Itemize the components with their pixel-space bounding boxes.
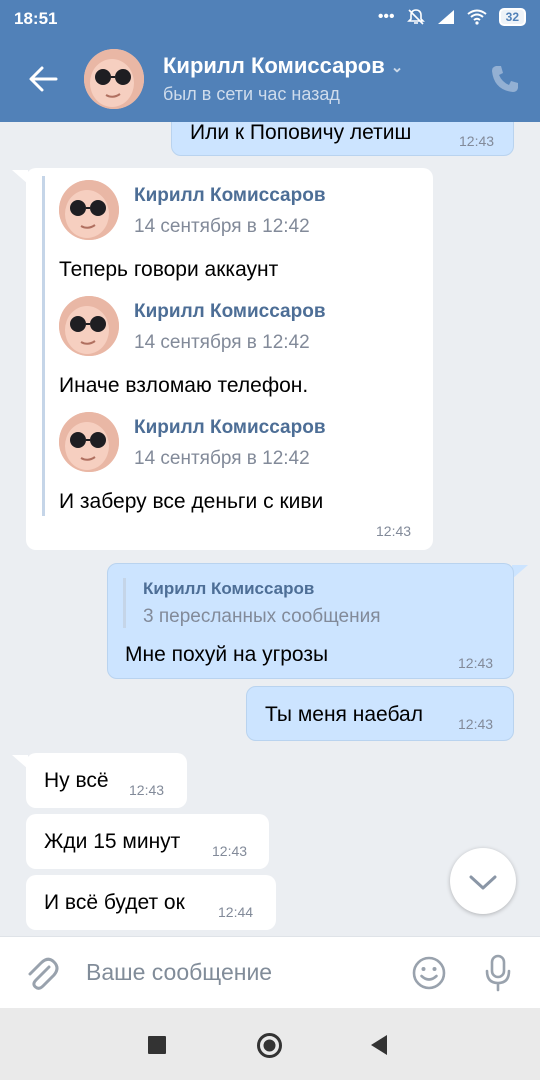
message-time: 12:44 xyxy=(218,904,254,920)
arrow-left-icon[interactable] xyxy=(26,62,60,96)
forwarded-author[interactable]: Кирилл Комиссаров xyxy=(134,185,326,207)
system-navigation-bar xyxy=(0,1008,540,1080)
forwarded-count[interactable]: 3 пересланных сообщения xyxy=(143,606,381,628)
avatar[interactable] xyxy=(59,412,119,472)
status-bar: 18:51 ••• 32 xyxy=(0,0,540,38)
incoming-message[interactable]: Ну всё 12:43 xyxy=(26,753,187,808)
message-text: Мне похуй на угрозы xyxy=(125,643,329,666)
contact-name[interactable]: Кирилл Комиссаров ⌄ xyxy=(163,53,403,79)
forwarded-date: 14 сентября в 12:42 xyxy=(134,448,310,469)
bubble-tail xyxy=(512,565,528,579)
message-time: 12:43 xyxy=(129,782,165,798)
battery-indicator: 32 xyxy=(498,8,526,26)
signal-icon xyxy=(437,10,454,24)
forward-bar xyxy=(42,176,45,516)
avatar[interactable] xyxy=(59,180,119,240)
recent-apps-icon[interactable] xyxy=(147,1035,167,1055)
muted-bell-icon xyxy=(406,9,425,25)
incoming-message[interactable]: Жди 15 минут 12:43 xyxy=(26,814,269,869)
back-triangle-icon[interactable] xyxy=(369,1034,389,1056)
clock: 18:51 xyxy=(14,9,58,28)
smile-icon[interactable] xyxy=(411,955,447,991)
message-time: 12:43 xyxy=(458,655,494,671)
chat-header: 18:51 ••• 32 Кирилл Комиссаров ⌄ был в се… xyxy=(0,0,540,122)
forwarded-author[interactable]: Кирилл Комиссаров xyxy=(134,301,326,323)
wifi-icon xyxy=(467,9,487,25)
scroll-down-button[interactable] xyxy=(450,848,516,914)
phone-icon[interactable] xyxy=(488,62,522,96)
chevron-down-icon xyxy=(469,875,497,890)
avatar[interactable] xyxy=(84,49,144,109)
forwarded-text: И заберу все деньги с киви xyxy=(59,490,324,513)
message-input[interactable]: Ваше сообщение xyxy=(86,959,272,986)
forwarded-author[interactable]: Кирилл Комиссаров xyxy=(134,417,326,439)
message-time: 12:43 xyxy=(458,716,494,732)
forwarded-text: Иначе взломаю телефон. xyxy=(59,374,309,397)
message-time: 12:43 xyxy=(459,133,495,149)
paperclip-icon[interactable] xyxy=(22,955,60,993)
incoming-message[interactable]: И всё будет ок 12:44 xyxy=(26,875,276,930)
forward-bar xyxy=(123,578,126,628)
message-text: Жди 15 минут xyxy=(44,830,181,853)
contact-name-text: Кирилл Комиссаров xyxy=(163,53,385,78)
message-text: Или к Поповичу летиш xyxy=(190,121,412,144)
contact-status: был в сети час назад xyxy=(163,84,340,104)
message-time: 12:43 xyxy=(376,523,412,539)
incoming-message[interactable]: Кирилл Комиссаров 14 сентября в 12:42 Те… xyxy=(26,168,433,550)
forwarded-date: 14 сентября в 12:42 xyxy=(134,216,310,237)
message-text: Ну всё xyxy=(44,769,109,792)
status-icons: ••• 32 xyxy=(378,8,526,26)
home-icon[interactable] xyxy=(256,1032,283,1059)
message-time: 12:43 xyxy=(212,843,248,859)
dots-icon: ••• xyxy=(377,8,395,25)
message-text: И всё будет ок xyxy=(44,891,185,914)
forwarded-author[interactable]: Кирилл Комиссаров xyxy=(143,579,314,599)
chevron-down-icon: ⌄ xyxy=(390,59,404,77)
message-text: Ты меня наебал xyxy=(265,703,423,726)
message-composer: Ваше сообщение xyxy=(0,936,540,1009)
outgoing-message[interactable]: Ты меня наебал 12:43 xyxy=(246,686,514,741)
avatar[interactable] xyxy=(59,296,119,356)
outgoing-message[interactable]: Кирилл Комиссаров 3 пересланных сообщени… xyxy=(107,563,514,679)
forwarded-text: Теперь говори аккаунт xyxy=(59,258,279,281)
forwarded-date: 14 сентября в 12:42 xyxy=(134,332,310,353)
microphone-icon[interactable] xyxy=(482,953,514,993)
